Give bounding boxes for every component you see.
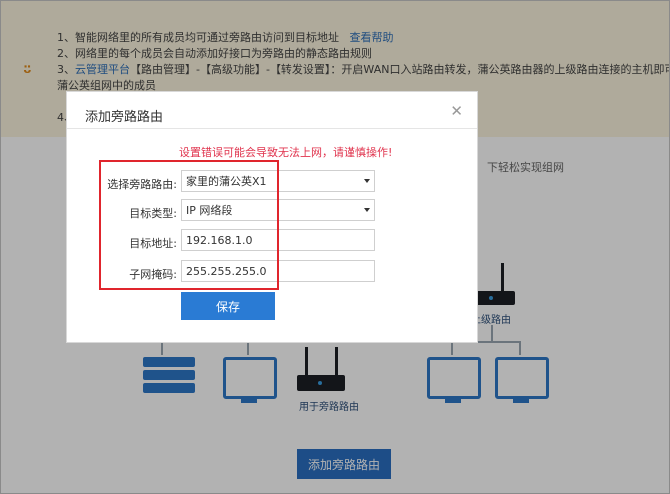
app-window: ᵕ̈ 1、智能网络里的所有成员均可通过旁路由访问到目标地址 查看帮助 2、网络里… <box>0 0 670 494</box>
close-icon[interactable]: ✕ <box>450 102 463 120</box>
save-button[interactable]: 保存 <box>181 292 275 320</box>
highlight-box <box>99 160 279 290</box>
dialog-divider <box>67 128 477 129</box>
chevron-down-icon <box>364 208 370 212</box>
add-bypass-route-dialog: 添加旁路路由 ✕ 设置错误可能会导致无法上网，请谨慎操作! 选择旁路路由: 家里… <box>67 92 477 342</box>
chevron-down-icon <box>364 179 370 183</box>
warning-text: 设置错误可能会导致无法上网，请谨慎操作! <box>179 146 393 159</box>
dialog-title: 添加旁路路由 <box>85 110 164 125</box>
